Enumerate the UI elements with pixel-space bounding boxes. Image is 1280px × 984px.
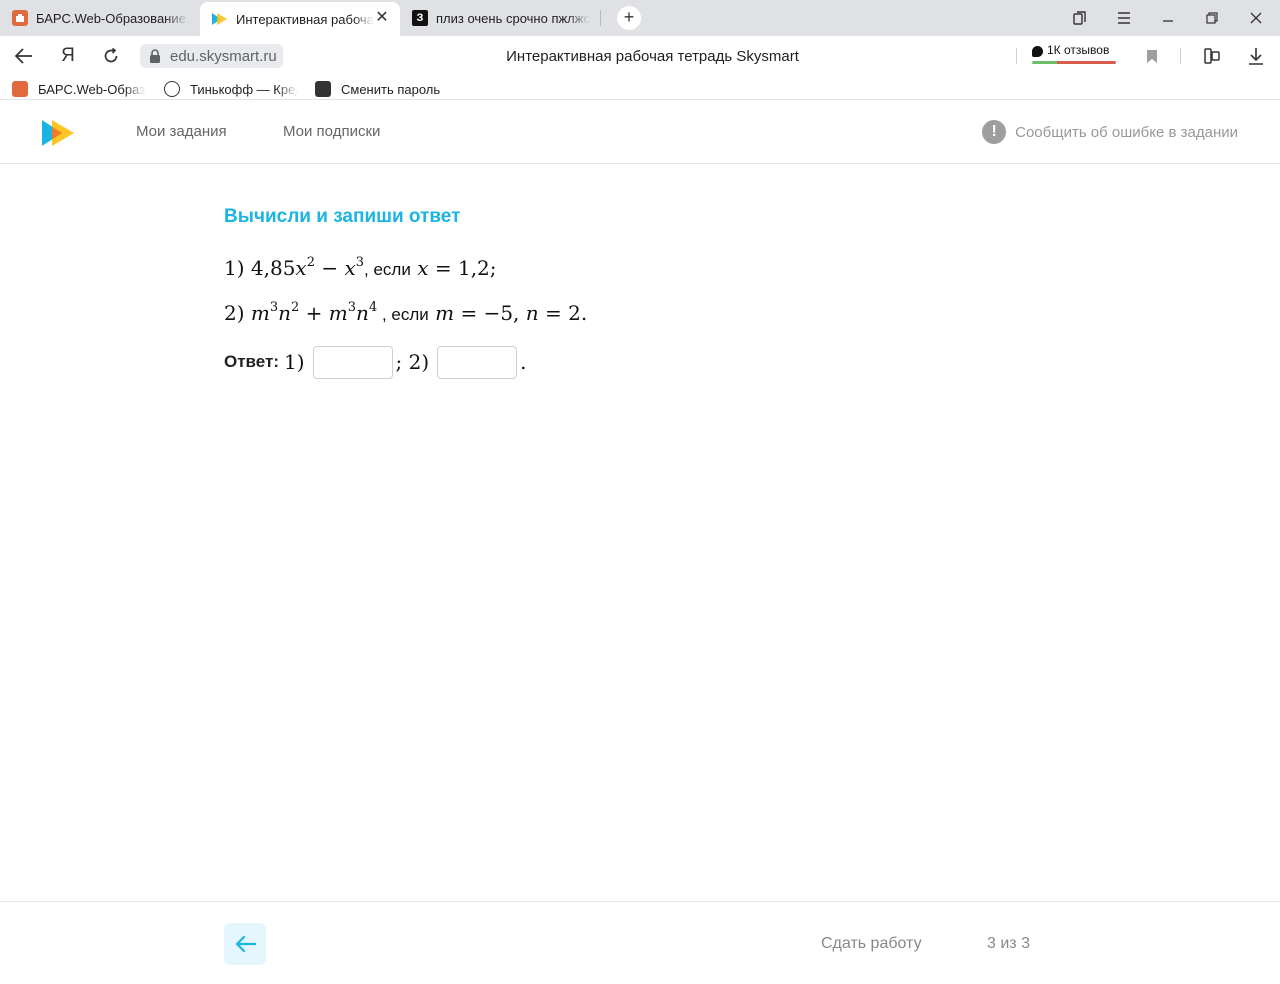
close-tab-icon[interactable]: ✕	[374, 10, 390, 26]
url-text: edu.skysmart.ru	[170, 47, 277, 65]
browser-tab-znanija[interactable]: З плиз очень срочно пжлжста	[400, 2, 600, 34]
restore-window-icon[interactable]	[1190, 0, 1234, 36]
task-line-2: 2) m3n2 + m3n4 , если m = −5, n = 2.	[224, 301, 587, 325]
arrow-left-icon	[235, 935, 256, 953]
exponent: 2	[306, 255, 315, 270]
browser-tab-strip: БАРС.Web-Образование - Интерактивная раб…	[0, 0, 1280, 36]
report-error-button[interactable]: ! Сообщить об ошибке в задании	[982, 120, 1238, 144]
browser-toolbar: Я edu.skysmart.ru Интерактивная рабочая …	[0, 36, 1280, 76]
page-counter: 3 из 3	[987, 935, 1030, 952]
bookmarks-bar: БАРС.Web-Образование Тинькофф — Кредитны…	[0, 76, 1280, 100]
answer-row: Ответ: 1) ; 2) .	[224, 345, 527, 379]
bookmark-icon[interactable]	[1140, 44, 1164, 68]
condition-value: = 1,2;	[434, 256, 497, 280]
variable-x: x	[344, 256, 356, 280]
word-if: , если	[364, 260, 411, 279]
bookmark-change-password[interactable]: Сменить пароль	[315, 80, 440, 98]
speech-bubble-icon	[1032, 46, 1043, 57]
coefficient: 4,85	[250, 256, 296, 280]
exclamation-icon: !	[982, 120, 1007, 144]
address-bar[interactable]: edu.skysmart.ru	[140, 44, 283, 68]
reviews-widget[interactable]: 1К отзывов	[1032, 43, 1116, 69]
bookmark-title: Сменить пароль	[341, 81, 441, 97]
item-number: 1)	[224, 256, 245, 280]
bookmark-tinkoff[interactable]: Тинькофф — Кредитные	[164, 80, 298, 98]
skysmart-favicon-icon	[212, 11, 228, 27]
answer-part-1-label: 1)	[284, 350, 305, 374]
download-icon[interactable]	[1244, 44, 1268, 68]
lock-icon	[150, 49, 160, 63]
variable-m: m	[328, 301, 348, 325]
tab-separator	[600, 10, 601, 26]
variable-m: m	[435, 301, 455, 325]
epic-bookmark-icon	[315, 81, 331, 97]
tab-title: Интерактивная рабочая тетрадь Skysmart	[236, 11, 374, 27]
reviews-label: 1К отзывов	[1047, 43, 1110, 57]
previous-task-button[interactable]	[224, 923, 266, 965]
nav-my-tasks[interactable]: Мои задания	[136, 123, 227, 140]
task-footer: Сдать работу 3 из 3	[0, 901, 1280, 984]
znanija-favicon-icon: З	[412, 10, 428, 26]
variable-n: n	[356, 301, 369, 325]
site-header: Мои задания Мои подписки ! Сообщить об о…	[0, 101, 1280, 164]
item-number: 2)	[224, 301, 245, 325]
answer-part-2-label: ; 2)	[395, 350, 430, 374]
exponent: 2	[291, 300, 300, 315]
exponent: 3	[347, 300, 357, 315]
answer-end-period: .	[520, 350, 527, 374]
task-heading: Вычисли и запиши ответ	[224, 206, 461, 227]
tab-title: плиз очень срочно пжлжста	[436, 10, 590, 26]
page-title: Интерактивная рабочая тетрадь Skysmart	[506, 48, 799, 65]
minimize-window-icon[interactable]	[1146, 0, 1190, 36]
bookmark-title: Тинькофф — Кредитные	[190, 81, 298, 97]
variable-x: x	[295, 256, 307, 280]
submit-work-button[interactable]: Сдать работу	[821, 935, 922, 953]
condition-value: = 2.	[545, 301, 588, 325]
skysmart-logo-icon[interactable]	[40, 120, 76, 146]
exponent: 3	[269, 300, 279, 315]
bars-bookmark-icon	[12, 81, 28, 97]
report-error-label: Сообщить об ошибке в задании	[1015, 123, 1238, 141]
answer-input-1[interactable]	[312, 345, 393, 379]
browser-tab-bars[interactable]: БАРС.Web-Образование -	[0, 2, 200, 34]
variable-m: m	[250, 301, 270, 325]
tinkoff-bookmark-icon	[164, 81, 180, 97]
plus-sign: +	[305, 301, 323, 325]
exponent: 4	[368, 300, 378, 315]
bars-favicon-icon	[12, 10, 28, 26]
variable-x: x	[417, 256, 429, 280]
new-tab-plus-icon[interactable]: +	[617, 6, 641, 30]
back-arrow-icon[interactable]	[12, 44, 36, 68]
toolbar-separator	[1180, 48, 1181, 64]
variable-n: n	[525, 301, 539, 325]
rating-bar	[1032, 61, 1116, 64]
tab-title: БАРС.Web-Образование -	[36, 10, 188, 26]
close-window-icon[interactable]	[1234, 0, 1278, 36]
bookmark-title: БАРС.Web-Образование	[38, 81, 146, 97]
nav-my-subscriptions[interactable]: Мои подписки	[283, 123, 380, 140]
toolbar-separator	[1016, 48, 1017, 64]
condition-value: = −5,	[460, 301, 520, 325]
browser-tab-skysmart-active[interactable]: Интерактивная рабочая тетрадь Skysmart ✕	[200, 2, 400, 36]
variable-n: n	[278, 301, 292, 325]
collections-icon[interactable]	[1058, 0, 1102, 36]
minus-sign: −	[321, 256, 339, 280]
extensions-icon[interactable]	[1200, 44, 1224, 68]
answer-input-2[interactable]	[437, 345, 518, 379]
yandex-logo-icon[interactable]: Я	[56, 44, 80, 68]
exponent: 3	[355, 255, 365, 270]
answer-label: Ответ:	[224, 352, 279, 371]
bookmark-bars[interactable]: БАРС.Web-Образование	[12, 80, 146, 98]
word-if: , если	[377, 305, 429, 324]
menu-hamburger-icon[interactable]	[1102, 0, 1146, 36]
task-line-1: 1) 4,85x2 − x3, если x = 1,2;	[224, 256, 497, 280]
reload-icon[interactable]	[99, 44, 123, 68]
